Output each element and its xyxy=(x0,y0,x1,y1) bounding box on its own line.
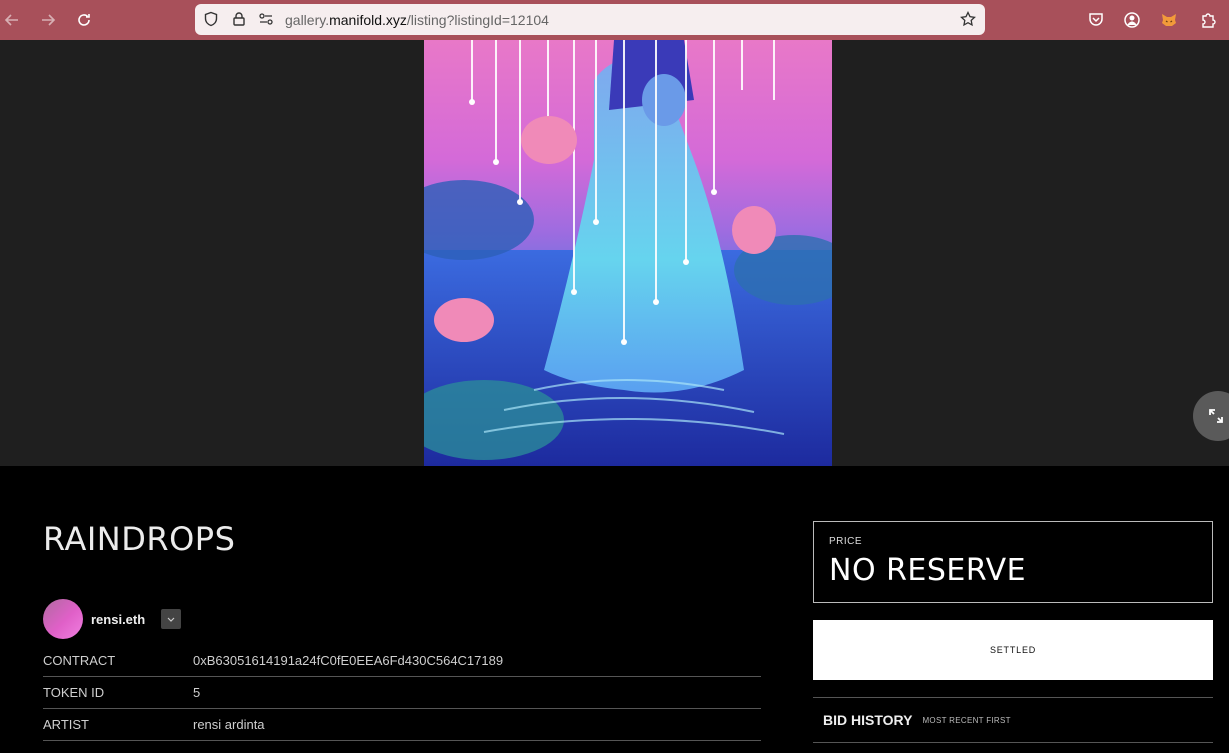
artist-handle[interactable]: rensi.eth xyxy=(91,612,145,627)
detail-row-token-id: TOKEN ID 5 xyxy=(43,677,761,709)
token-id-value: 5 xyxy=(193,685,201,700)
reload-icon xyxy=(78,14,90,26)
avatar[interactable] xyxy=(43,599,83,639)
permissions-icon[interactable] xyxy=(258,11,274,27)
puzzle-icon[interactable] xyxy=(1199,11,1217,29)
detail-label: ARTIST xyxy=(43,717,89,732)
artwork-illustration xyxy=(424,40,832,466)
star-icon[interactable] xyxy=(960,11,976,27)
artist-name-value: rensi ardinta xyxy=(193,717,265,732)
price-label: PRICE xyxy=(829,536,863,547)
artwork-stage xyxy=(0,40,1229,466)
account-icon[interactable] xyxy=(1123,11,1141,29)
expand-icon xyxy=(1209,409,1223,423)
address-bar[interactable]: gallery.manifold.xyz/listing?listingId=1… xyxy=(195,4,985,35)
back-button[interactable] xyxy=(0,8,24,32)
arrow-left-icon xyxy=(4,14,18,26)
detail-label: CONTRACT xyxy=(43,653,116,668)
arrow-right-icon xyxy=(42,14,56,26)
detail-row-artist: ARTIST rensi ardinta xyxy=(43,709,761,741)
token-details-table: CONTRACT 0xB63051614191a24fC0fE0EEA6Fd43… xyxy=(43,645,761,741)
detail-row-contract: CONTRACT 0xB63051614191a24fC0fE0EEA6Fd43… xyxy=(43,645,761,677)
artist-dropdown-button[interactable] xyxy=(161,609,182,629)
url-text[interactable]: gallery.manifold.xyz/listing?listingId=1… xyxy=(285,12,549,28)
forward-button[interactable] xyxy=(36,8,60,32)
fox-icon[interactable] xyxy=(1160,11,1178,29)
url-prefix: gallery. xyxy=(285,12,330,28)
price-value: NO RESERVE xyxy=(829,553,1027,588)
url-path: /listing?listingId=12104 xyxy=(406,12,549,28)
reload-button[interactable] xyxy=(72,8,96,32)
bid-history-title: BID HISTORY xyxy=(823,712,913,728)
bid-history-header: BID HISTORY MOST RECENT FIRST xyxy=(813,697,1213,743)
contract-address[interactable]: 0xB63051614191a24fC0fE0EEA6Fd430C564C171… xyxy=(193,653,761,668)
listing-title: RAINDROPS xyxy=(43,520,236,558)
fullscreen-button[interactable] xyxy=(1193,391,1229,441)
shield-icon[interactable] xyxy=(203,11,219,27)
url-host: manifold.xyz xyxy=(329,12,407,28)
browser-toolbar: gallery.manifold.xyz/listing?listingId=1… xyxy=(0,0,1229,40)
artist-row: rensi.eth xyxy=(43,599,182,639)
bid-history-sort: MOST RECENT FIRST xyxy=(922,715,1011,725)
settled-button[interactable]: SETTLED xyxy=(813,620,1213,680)
price-panel: PRICE NO RESERVE xyxy=(813,521,1213,603)
chevron-down-icon xyxy=(167,617,175,622)
detail-label: TOKEN ID xyxy=(43,685,105,700)
lock-icon[interactable] xyxy=(231,11,247,27)
pocket-icon[interactable] xyxy=(1087,11,1105,29)
artwork-image[interactable] xyxy=(424,40,832,466)
